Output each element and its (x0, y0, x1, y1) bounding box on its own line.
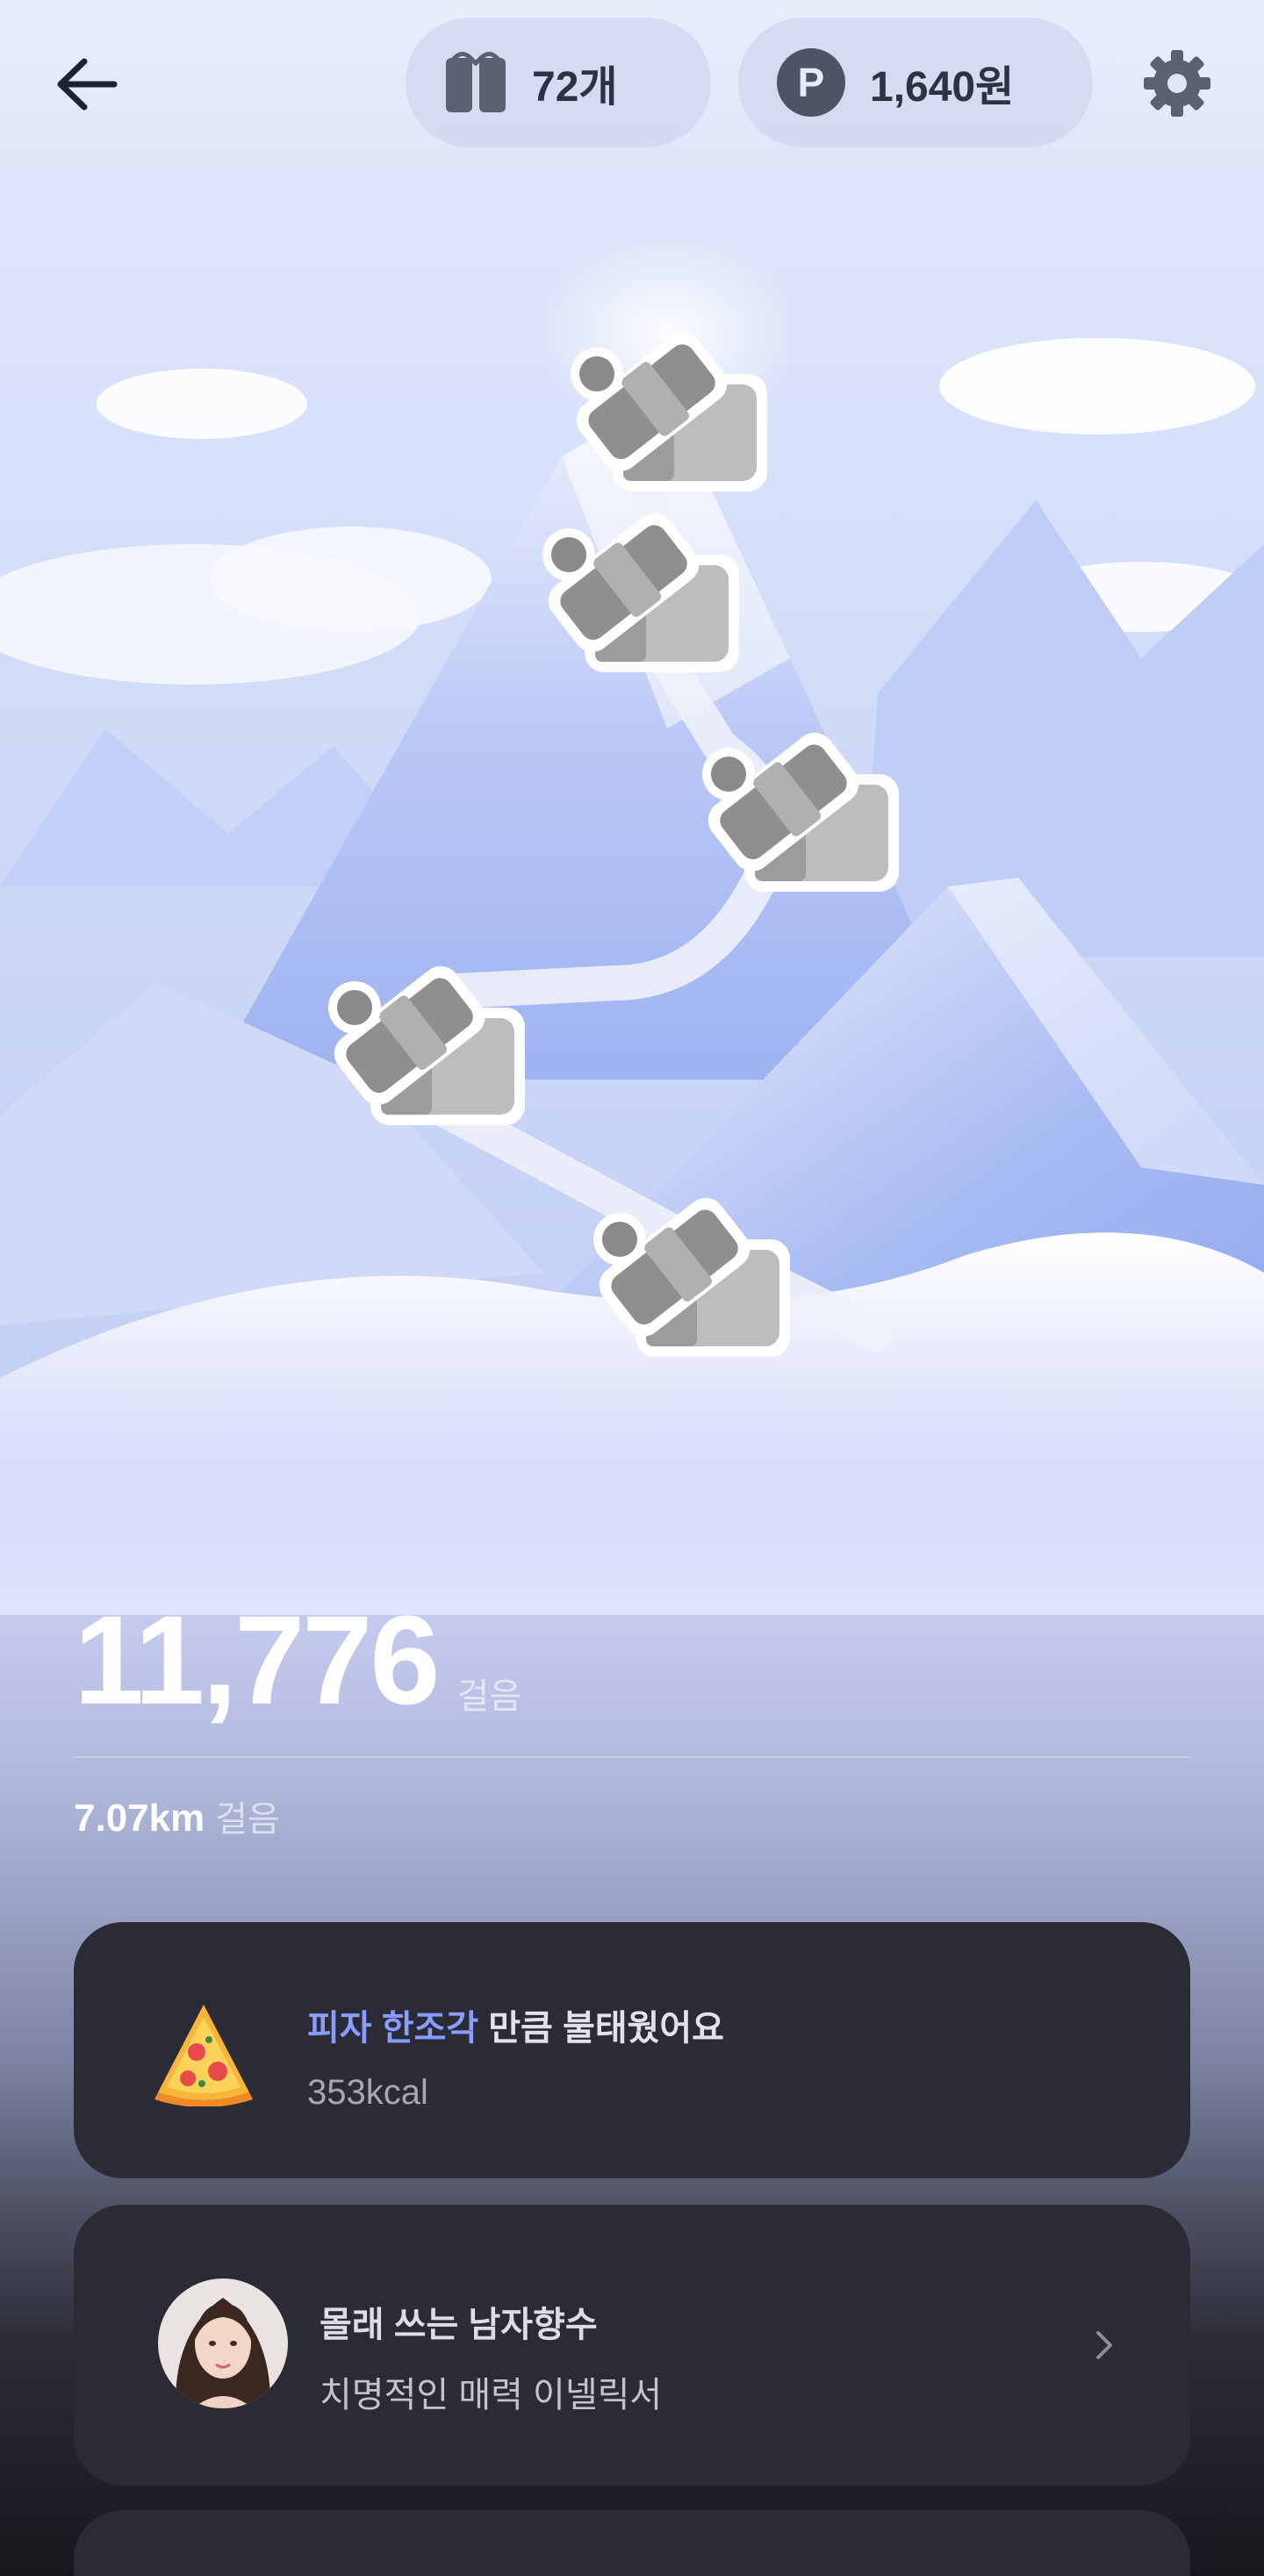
chevron-right-icon (1096, 2331, 1112, 2359)
ticket-count-label: 72개 (532, 64, 618, 111)
step-count-row: 11,776 걸음 (74, 1597, 521, 1724)
distance-unit: 걸음 (215, 1800, 280, 1839)
point-balance[interactable]: P 1,640원 (738, 18, 1093, 147)
gear-icon (1144, 50, 1210, 117)
calorie-card: 피자 한조각 만큼 불태웠어요 353kcal (74, 1922, 1190, 2178)
divider (74, 1756, 1190, 1758)
pizza-icon (154, 2005, 253, 2106)
calorie-texts: 피자 한조각 만큼 불태웠어요 353kcal (307, 1999, 724, 2113)
gift-icon (446, 52, 506, 112)
calorie-value: 353kcal (307, 2073, 428, 2112)
step-count: 11,776 (74, 1589, 440, 1731)
mountain-scene (0, 167, 1264, 1615)
ad-texts: 몰래 쓰는 남자향수 치명적인 매력 이넬릭서 (320, 2296, 662, 2417)
point-balance-label: 1,640원 (870, 64, 1015, 111)
gift-box-3[interactable] (683, 716, 911, 901)
next-card[interactable] (74, 2510, 1190, 2576)
ad-title: 몰래 쓰는 남자향수 (320, 2306, 598, 2344)
back-button[interactable] (51, 49, 121, 119)
ad-subtitle: 치명적인 매력 이넬릭서 (320, 2376, 663, 2415)
arrow-left-icon (57, 58, 118, 111)
calorie-title: 피자 한조각 만큼 불태웠어요 (307, 1999, 724, 2050)
gift-ticket-count[interactable]: 72개 (406, 18, 711, 147)
settings-button[interactable] (1138, 44, 1217, 123)
ad-card[interactable]: 몰래 쓰는 남자향수 치명적인 매력 이넬릭서 (74, 2205, 1190, 2486)
gift-box-5[interactable] (574, 1181, 802, 1366)
calorie-food-highlight: 피자 한조각 (307, 2009, 479, 2048)
distance-row: 7.07km 걸음 (74, 1790, 280, 1841)
distance-value: 7.07km (74, 1797, 205, 1840)
gift-box-4[interactable] (309, 950, 537, 1134)
walk-screen: 72개 P 1,640원 11,776 걸음 7.07km 걸음 피자 한조각 … (0, 0, 1264, 2576)
ad-avatar (158, 2278, 288, 2408)
top-bar: 72개 P 1,640원 (0, 0, 1264, 167)
gift-box-2[interactable] (523, 497, 751, 681)
step-unit: 걸음 (456, 1677, 522, 1716)
gift-box-1[interactable] (551, 316, 779, 500)
point-icon: P (777, 48, 845, 117)
calorie-title-rest: 만큼 불태웠어요 (478, 2009, 724, 2048)
